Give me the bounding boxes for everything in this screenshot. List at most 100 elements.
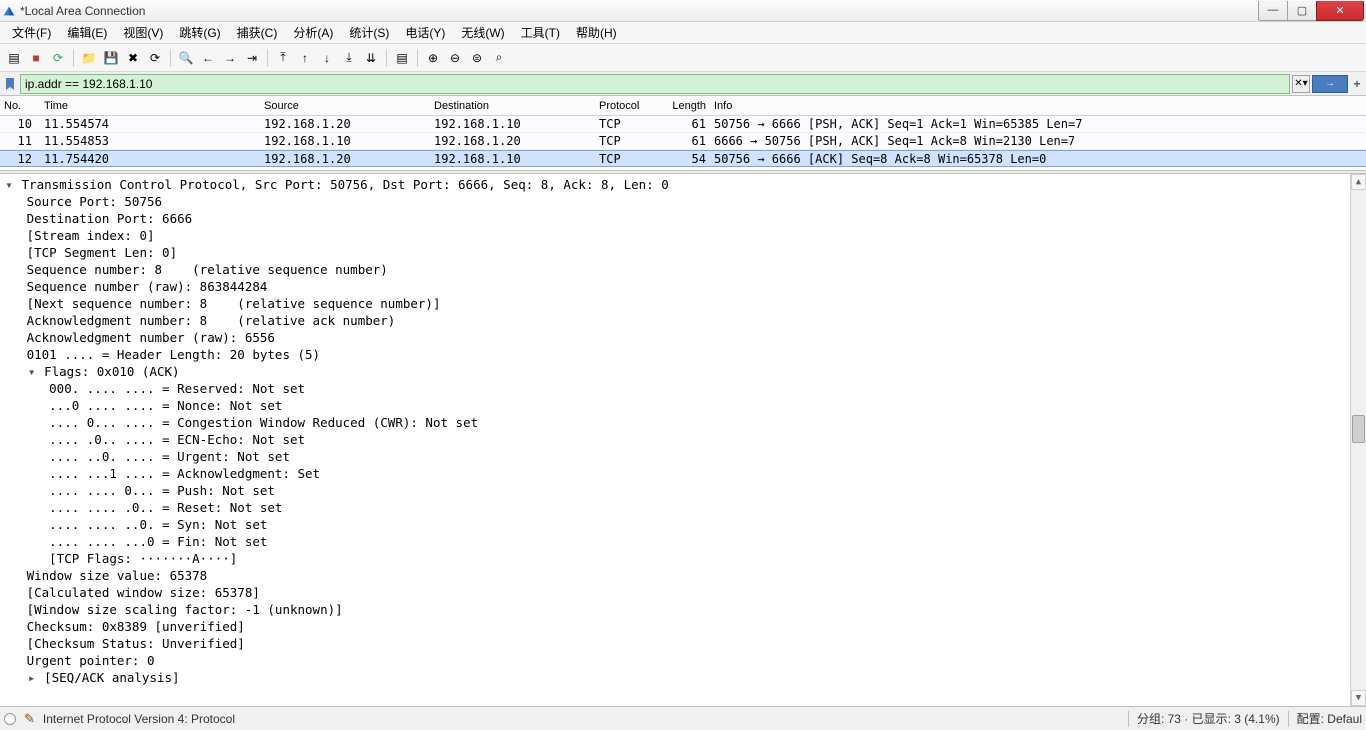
detail-line[interactable]: .... .... .0.. = Reset: Not set bbox=[4, 499, 1366, 516]
cell-no: 11 bbox=[0, 134, 40, 148]
menu-item[interactable]: 视图(V) bbox=[115, 22, 171, 43]
cell-len: 61 bbox=[660, 117, 710, 131]
packet-row[interactable]: 1111.554853192.168.1.10192.168.1.20TCP61… bbox=[0, 133, 1366, 150]
col-header-info[interactable]: Info bbox=[710, 100, 1366, 112]
detail-line[interactable]: .... 0... .... = Congestion Window Reduc… bbox=[4, 414, 1366, 431]
menu-item[interactable]: 帮助(H) bbox=[568, 22, 625, 43]
toolbar-last-button[interactable]: ⤓ bbox=[339, 48, 359, 68]
toolbar-back-button[interactable]: ← bbox=[198, 48, 218, 68]
expert-info-icon[interactable] bbox=[4, 713, 16, 725]
menu-item[interactable]: 分析(A) bbox=[285, 22, 341, 43]
toolbar-down-button[interactable]: ↓ bbox=[317, 48, 337, 68]
detail-line[interactable]: 0101 .... = Header Length: 20 bytes (5) bbox=[4, 346, 1366, 363]
detail-line[interactable]: Checksum: 0x8389 [unverified] bbox=[4, 618, 1366, 635]
menu-item[interactable]: 捕获(C) bbox=[229, 22, 286, 43]
detail-line[interactable]: Acknowledgment number (raw): 6556 bbox=[4, 329, 1366, 346]
detail-line[interactable]: ▸ [SEQ/ACK analysis] bbox=[4, 669, 1366, 686]
toolbar-first-button[interactable]: ⤒ bbox=[273, 48, 293, 68]
packet-details-pane[interactable]: ▾ Transmission Control Protocol, Src Por… bbox=[0, 174, 1366, 706]
packet-list-header[interactable]: No. Time Source Destination Protocol Len… bbox=[0, 96, 1366, 116]
filter-apply-button[interactable]: → bbox=[1312, 75, 1348, 93]
toolbar-separator bbox=[267, 49, 268, 67]
toolbar-zoom-fit-button[interactable]: ⌕ bbox=[489, 48, 509, 68]
detail-line[interactable]: ...0 .... .... = Nonce: Not set bbox=[4, 397, 1366, 414]
col-header-destination[interactable]: Destination bbox=[430, 100, 595, 112]
col-header-length[interactable]: Length bbox=[660, 100, 710, 112]
cell-proto: TCP bbox=[595, 152, 660, 166]
display-filter-input[interactable] bbox=[20, 74, 1290, 94]
filter-clear-button[interactable]: ✕▾ bbox=[1292, 75, 1310, 93]
cell-len: 54 bbox=[660, 152, 710, 166]
toolbar-reload-button[interactable]: ⟳ bbox=[145, 48, 165, 68]
detail-line[interactable]: [TCP Segment Len: 0] bbox=[4, 244, 1366, 261]
toolbar-save-button[interactable]: 💾 bbox=[101, 48, 121, 68]
col-header-no[interactable]: No. bbox=[0, 100, 40, 112]
toolbar-zoom-out-button[interactable]: ⊖ bbox=[445, 48, 465, 68]
detail-line[interactable]: Sequence number (raw): 863844284 bbox=[4, 278, 1366, 295]
detail-line[interactable]: [Window size scaling factor: -1 (unknown… bbox=[4, 601, 1366, 618]
detail-line[interactable]: .... .0.. .... = ECN-Echo: Not set bbox=[4, 431, 1366, 448]
detail-line[interactable]: .... .... ..0. = Syn: Not set bbox=[4, 516, 1366, 533]
col-header-protocol[interactable]: Protocol bbox=[595, 100, 660, 112]
menu-item[interactable]: 无线(W) bbox=[453, 22, 512, 43]
detail-line[interactable]: .... ..0. .... = Urgent: Not set bbox=[4, 448, 1366, 465]
edit-icon[interactable]: ✎ bbox=[24, 711, 35, 727]
detail-line[interactable]: ▾ Flags: 0x010 (ACK) bbox=[4, 363, 1366, 380]
detail-line[interactable]: Window size value: 65378 bbox=[4, 567, 1366, 584]
detail-line[interactable]: .... .... ...0 = Fin: Not set bbox=[4, 533, 1366, 550]
toolbar-list-button[interactable]: ▤ bbox=[4, 48, 24, 68]
scroll-track[interactable] bbox=[1351, 190, 1366, 690]
toolbar-jump-button[interactable]: ⇥ bbox=[242, 48, 262, 68]
detail-line[interactable]: [Checksum Status: Unverified] bbox=[4, 635, 1366, 652]
col-header-source[interactable]: Source bbox=[260, 100, 430, 112]
detail-line[interactable]: Destination Port: 6666 bbox=[4, 210, 1366, 227]
toolbar-folder-button[interactable]: 📁 bbox=[79, 48, 99, 68]
detail-line[interactable]: 000. .... .... = Reserved: Not set bbox=[4, 380, 1366, 397]
toolbar-restart-button[interactable]: ⟳ bbox=[48, 48, 68, 68]
filter-bar: ✕▾ → + bbox=[0, 72, 1366, 96]
toolbar-up-button[interactable]: ↑ bbox=[295, 48, 315, 68]
scrollbar[interactable]: ▲ ▼ bbox=[1350, 174, 1366, 706]
detail-line[interactable]: .... ...1 .... = Acknowledgment: Set bbox=[4, 465, 1366, 482]
menu-item[interactable]: 电话(Y) bbox=[397, 22, 453, 43]
menu-item[interactable]: 统计(S) bbox=[341, 22, 397, 43]
close-button[interactable]: ✕ bbox=[1316, 1, 1364, 21]
toolbar-close-button[interactable]: ✖ bbox=[123, 48, 143, 68]
scroll-thumb[interactable] bbox=[1352, 415, 1365, 443]
detail-line[interactable]: Source Port: 50756 bbox=[4, 193, 1366, 210]
packet-row[interactable]: 1211.754420192.168.1.20192.168.1.10TCP54… bbox=[0, 150, 1366, 167]
detail-line[interactable]: [Next sequence number: 8 (relative seque… bbox=[4, 295, 1366, 312]
toolbar: ▤■⟳📁💾✖⟳🔍←→⇥⤒↑↓⤓⇊▤⊕⊖⊜⌕ bbox=[0, 44, 1366, 72]
packet-list[interactable]: 1011.554574192.168.1.20192.168.1.10TCP61… bbox=[0, 116, 1366, 170]
minimize-button[interactable]: — bbox=[1258, 1, 1288, 21]
detail-header[interactable]: ▾ Transmission Control Protocol, Src Por… bbox=[4, 176, 1366, 193]
scroll-down-button[interactable]: ▼ bbox=[1351, 690, 1366, 706]
packet-row[interactable]: 1011.554574192.168.1.20192.168.1.10TCP61… bbox=[0, 116, 1366, 133]
detail-line[interactable]: [Stream index: 0] bbox=[4, 227, 1366, 244]
maximize-button[interactable]: ▢ bbox=[1287, 1, 1317, 21]
toolbar-colorize-button[interactable]: ▤ bbox=[392, 48, 412, 68]
menu-item[interactable]: 工具(T) bbox=[513, 22, 568, 43]
toolbar-zoom-in-button[interactable]: ⊕ bbox=[423, 48, 443, 68]
menu-item[interactable]: 文件(F) bbox=[4, 22, 59, 43]
detail-line[interactable]: Urgent pointer: 0 bbox=[4, 652, 1366, 669]
detail-line[interactable]: Acknowledgment number: 8 (relative ack n… bbox=[4, 312, 1366, 329]
toolbar-fwd-button[interactable]: → bbox=[220, 48, 240, 68]
detail-line[interactable]: [TCP Flags: ·······A····] bbox=[4, 550, 1366, 567]
col-header-time[interactable]: Time bbox=[40, 100, 260, 112]
detail-line[interactable]: .... .... 0... = Push: Not set bbox=[4, 482, 1366, 499]
menu-item[interactable]: 跳转(G) bbox=[171, 22, 228, 43]
toolbar-stop-button[interactable]: ■ bbox=[26, 48, 46, 68]
cell-src: 192.168.1.10 bbox=[260, 134, 430, 148]
detail-line[interactable]: Sequence number: 8 (relative sequence nu… bbox=[4, 261, 1366, 278]
bookmark-icon[interactable] bbox=[2, 76, 18, 92]
status-field: Internet Protocol Version 4: Protocol bbox=[43, 712, 235, 726]
toolbar-search-button[interactable]: 🔍 bbox=[176, 48, 196, 68]
detail-line[interactable]: [Calculated window size: 65378] bbox=[4, 584, 1366, 601]
menu-item[interactable]: 编辑(E) bbox=[59, 22, 115, 43]
status-packets: 分组: 73 · 已显示: 3 (4.1%) bbox=[1137, 710, 1280, 727]
toolbar-autoscroll-button[interactable]: ⇊ bbox=[361, 48, 381, 68]
filter-add-button[interactable]: + bbox=[1350, 75, 1364, 93]
toolbar-zoom-reset-button[interactable]: ⊜ bbox=[467, 48, 487, 68]
scroll-up-button[interactable]: ▲ bbox=[1351, 174, 1366, 190]
